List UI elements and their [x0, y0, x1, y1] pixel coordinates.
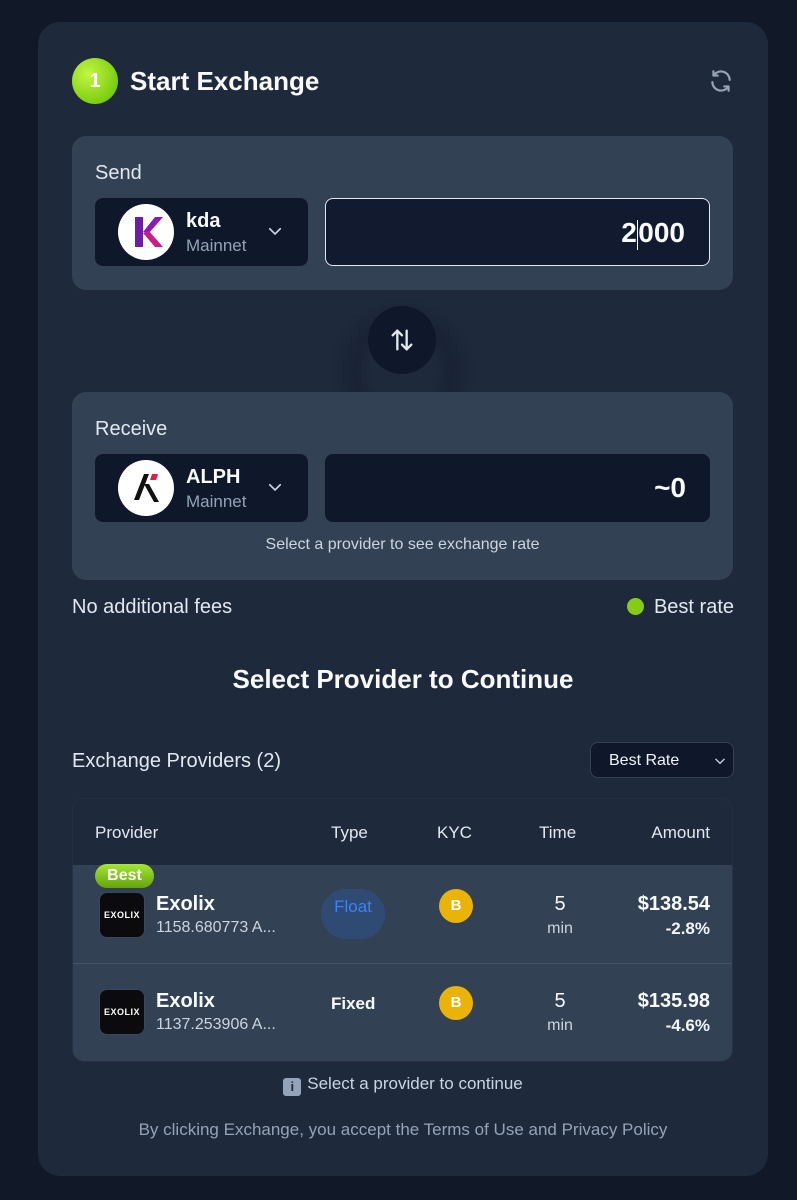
- exchange-card: 1 Start Exchange Send kda Mainnet 2000 R…: [38, 22, 768, 1176]
- exchange-rate-hint: Select a provider to see exchange rate: [265, 536, 540, 553]
- send-token-network: Mainnet: [186, 236, 247, 255]
- select-provider-note: i Select a provider to continue: [38, 1074, 768, 1096]
- time-unit: min: [547, 920, 573, 937]
- info-icon: i: [283, 1078, 302, 1096]
- swap-direction-button[interactable]: [368, 306, 436, 374]
- section-title: Select Provider to Continue: [232, 664, 574, 694]
- column-amount: Amount: [651, 823, 710, 842]
- column-type: Type: [331, 823, 368, 842]
- table-row[interactable]: Best EXOLIX Exolix 1158.680773 A... Floa…: [73, 864, 732, 963]
- send-amount-input[interactable]: 2000: [325, 198, 710, 266]
- providers-header: Exchange Providers (2) Best Rate: [72, 742, 734, 778]
- kadena-logo-icon: [118, 204, 174, 260]
- providers-count: Exchange Providers (2): [72, 750, 281, 772]
- exolix-logo-icon: EXOLIX: [99, 892, 145, 938]
- alephium-logo-icon: [118, 460, 174, 516]
- exolix-logo-icon: EXOLIX: [99, 989, 145, 1035]
- provider-rate: 1137.253906 A...: [156, 1016, 276, 1033]
- swap-area: [328, 296, 478, 446]
- providers-table: Provider Type KYC Time Amount Best EXOLI…: [72, 798, 733, 1062]
- provider-name: Exolix: [156, 990, 215, 1012]
- amount-change: -4.6%: [665, 1016, 710, 1035]
- page-title: Start Exchange: [130, 66, 320, 96]
- receive-panel: Receive ALPH Mainnet ~0 Select a provide…: [72, 392, 733, 580]
- chevron-down-icon: [268, 483, 282, 492]
- best-rate-indicator: Best rate: [626, 596, 734, 619]
- amount-value: $135.98: [637, 990, 710, 1012]
- kyc-badge: B: [439, 889, 473, 923]
- step-badge: 1: [72, 58, 118, 104]
- fees-label: No additional fees: [72, 596, 233, 618]
- header: 1 Start Exchange: [72, 58, 734, 104]
- fees-row: No additional fees Best rate: [72, 594, 734, 622]
- send-token-select[interactable]: kda Mainnet: [95, 198, 308, 266]
- chevron-down-icon: [715, 758, 725, 765]
- time-value: 5: [554, 893, 566, 915]
- best-badge: Best: [95, 864, 154, 888]
- receive-token-network: Mainnet: [186, 492, 247, 511]
- column-time: Time: [539, 823, 577, 842]
- receive-token-select[interactable]: ALPH Mainnet: [95, 454, 308, 522]
- amount-change: -2.8%: [665, 919, 710, 938]
- table-header: Provider Type KYC Time Amount: [73, 799, 732, 865]
- terms-notice: By clicking Exchange, you accept the Ter…: [138, 1120, 668, 1139]
- send-token-symbol: kda: [186, 210, 221, 232]
- time-value: 5: [554, 990, 566, 1012]
- amount-value: $138.54: [637, 893, 710, 915]
- column-kyc: KYC: [437, 823, 472, 842]
- table-row[interactable]: EXOLIX Exolix 1137.253906 A... Fixed B 5…: [73, 964, 732, 1061]
- provider-name: Exolix: [156, 893, 215, 915]
- rate-type-label: Fixed: [331, 994, 376, 1013]
- chevron-down-icon: [268, 227, 282, 236]
- receive-amount-value: ~0: [654, 472, 686, 503]
- receive-token-symbol: ALPH: [186, 466, 241, 488]
- kyc-badge: B: [439, 986, 473, 1020]
- sort-value: Best Rate: [609, 752, 680, 769]
- sort-select[interactable]: Best Rate: [590, 742, 734, 778]
- send-amount-value: 2000: [621, 217, 685, 250]
- rate-type-badge: Float: [321, 889, 385, 939]
- provider-rate: 1158.680773 A...: [156, 919, 276, 936]
- send-panel: Send kda Mainnet 2000: [72, 136, 733, 290]
- send-label: Send: [95, 162, 142, 184]
- refresh-icon[interactable]: [708, 68, 734, 94]
- receive-amount-output: ~0: [325, 454, 710, 522]
- status-dot-icon: [626, 598, 644, 615]
- time-unit: min: [547, 1017, 573, 1034]
- receive-label: Receive: [95, 418, 168, 440]
- column-provider: Provider: [95, 823, 159, 842]
- swap-arrows-icon: [391, 329, 413, 351]
